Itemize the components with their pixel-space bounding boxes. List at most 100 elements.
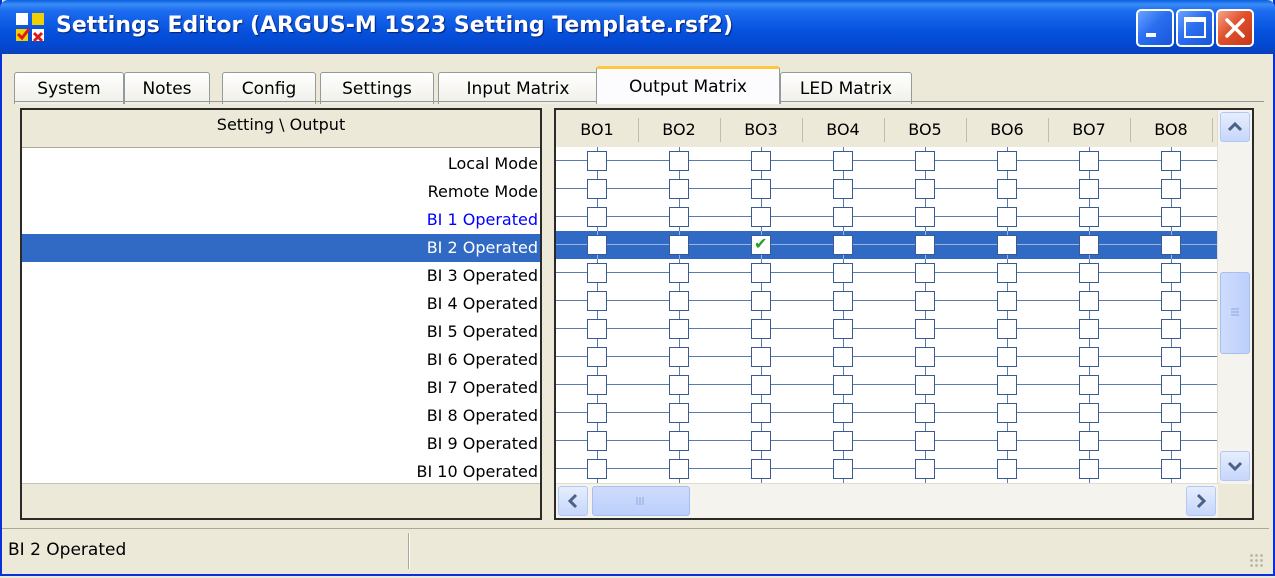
matrix-checkbox[interactable] — [1079, 347, 1099, 367]
matrix-checkbox[interactable] — [751, 291, 771, 311]
matrix-checkbox[interactable] — [915, 235, 935, 255]
matrix-checkbox[interactable] — [997, 459, 1017, 479]
matrix-checkbox[interactable] — [587, 179, 607, 199]
setting-row-label[interactable]: Remote Mode — [428, 178, 538, 206]
matrix-checkbox[interactable] — [587, 235, 607, 255]
scroll-down-button[interactable] — [1220, 451, 1250, 481]
tab-output-matrix[interactable]: Output Matrix — [596, 66, 780, 104]
matrix-checkbox[interactable] — [915, 459, 935, 479]
matrix-checkbox[interactable] — [833, 235, 853, 255]
matrix-checkbox[interactable] — [833, 403, 853, 423]
maximize-button[interactable] — [1176, 9, 1214, 47]
setting-row-label[interactable]: BI 3 Operated — [427, 262, 538, 290]
matrix-checkbox[interactable] — [915, 207, 935, 227]
matrix-checkbox[interactable] — [751, 319, 771, 339]
vertical-scroll-thumb[interactable] — [1220, 272, 1250, 354]
matrix-checkbox[interactable] — [915, 151, 935, 171]
matrix-checkbox[interactable] — [587, 403, 607, 423]
matrix-checkbox[interactable] — [1079, 235, 1099, 255]
matrix-checkbox[interactable] — [997, 263, 1017, 283]
matrix-checkbox[interactable] — [669, 291, 689, 311]
matrix-checkbox[interactable] — [1079, 263, 1099, 283]
tab-system[interactable]: System — [14, 72, 124, 104]
matrix-checkbox[interactable] — [751, 263, 771, 283]
matrix-checkbox[interactable] — [997, 347, 1017, 367]
vertical-scrollbar[interactable] — [1217, 110, 1252, 485]
matrix-checkbox[interactable] — [669, 151, 689, 171]
tab-notes[interactable]: Notes — [124, 72, 210, 104]
matrix-checkbox[interactable] — [915, 347, 935, 367]
tab-config[interactable]: Config — [222, 72, 316, 104]
tab-input-matrix[interactable]: Input Matrix — [438, 72, 598, 104]
matrix-checkbox[interactable] — [751, 459, 771, 479]
matrix-checkbox[interactable]: ✔ — [751, 235, 771, 255]
matrix-checkbox[interactable] — [1161, 179, 1181, 199]
matrix-checkbox[interactable] — [751, 347, 771, 367]
matrix-checkbox[interactable] — [587, 207, 607, 227]
setting-row-label[interactable]: BI 10 Operated — [417, 458, 538, 486]
matrix-checkbox[interactable] — [1161, 431, 1181, 451]
setting-row-label[interactable]: Local Mode — [448, 150, 538, 178]
matrix-checkbox[interactable] — [1079, 375, 1099, 395]
close-button[interactable] — [1216, 9, 1254, 47]
setting-row-label[interactable]: BI 2 Operated — [427, 234, 538, 262]
matrix-checkbox[interactable] — [751, 179, 771, 199]
matrix-checkbox[interactable] — [833, 207, 853, 227]
matrix-checkbox[interactable] — [1161, 235, 1181, 255]
matrix-checkbox[interactable] — [915, 319, 935, 339]
matrix-checkbox[interactable] — [833, 431, 853, 451]
horizontal-scrollbar[interactable] — [556, 483, 1220, 518]
matrix-checkbox[interactable] — [669, 319, 689, 339]
matrix-checkbox[interactable] — [997, 375, 1017, 395]
tab-settings[interactable]: Settings — [320, 72, 434, 104]
matrix-checkbox[interactable] — [997, 151, 1017, 171]
matrix-checkbox[interactable] — [1079, 319, 1099, 339]
horizontal-scroll-thumb[interactable] — [592, 486, 690, 516]
matrix-checkbox[interactable] — [915, 291, 935, 311]
matrix-checkbox[interactable] — [1079, 179, 1099, 199]
matrix-checkbox[interactable] — [751, 403, 771, 423]
matrix-checkbox[interactable] — [833, 375, 853, 395]
matrix-checkbox[interactable] — [1161, 319, 1181, 339]
title-bar[interactable]: Settings Editor (ARGUS-M 1S23 Setting Te… — [0, 0, 1275, 54]
setting-row-label[interactable]: BI 5 Operated — [427, 318, 538, 346]
matrix-checkbox[interactable] — [1161, 207, 1181, 227]
setting-row-label[interactable]: BI 8 Operated — [427, 402, 538, 430]
matrix-checkbox[interactable] — [1161, 375, 1181, 395]
matrix-checkbox[interactable] — [669, 347, 689, 367]
matrix-checkbox[interactable] — [751, 431, 771, 451]
matrix-checkbox[interactable] — [1161, 403, 1181, 423]
matrix-checkbox[interactable] — [997, 207, 1017, 227]
setting-row-label[interactable]: BI 9 Operated — [427, 430, 538, 458]
matrix-checkbox[interactable] — [1161, 263, 1181, 283]
matrix-checkbox[interactable] — [1161, 291, 1181, 311]
matrix-checkbox[interactable] — [833, 263, 853, 283]
matrix-checkbox[interactable] — [997, 403, 1017, 423]
matrix-checkbox[interactable] — [669, 403, 689, 423]
matrix-checkbox[interactable] — [751, 207, 771, 227]
matrix-checkbox[interactable] — [587, 459, 607, 479]
matrix-checkbox[interactable] — [669, 179, 689, 199]
matrix-checkbox[interactable] — [1079, 207, 1099, 227]
matrix-checkbox[interactable] — [587, 291, 607, 311]
matrix-checkbox[interactable] — [587, 151, 607, 171]
matrix-checkbox[interactable] — [833, 319, 853, 339]
matrix-checkbox[interactable] — [669, 459, 689, 479]
matrix-checkbox[interactable] — [669, 263, 689, 283]
matrix-checkbox[interactable] — [669, 207, 689, 227]
matrix-checkbox[interactable] — [587, 375, 607, 395]
matrix-checkbox[interactable] — [915, 375, 935, 395]
tab-led-matrix[interactable]: LED Matrix — [780, 72, 912, 104]
matrix-checkbox[interactable] — [915, 179, 935, 199]
matrix-checkbox[interactable] — [1079, 291, 1099, 311]
matrix-checkbox[interactable] — [587, 319, 607, 339]
matrix-checkbox[interactable] — [669, 235, 689, 255]
matrix-checkbox[interactable] — [997, 235, 1017, 255]
matrix-checkbox[interactable] — [997, 291, 1017, 311]
matrix-checkbox[interactable] — [1079, 431, 1099, 451]
matrix-checkbox[interactable] — [833, 179, 853, 199]
matrix-checkbox[interactable] — [587, 347, 607, 367]
matrix-checkbox[interactable] — [1161, 347, 1181, 367]
matrix-checkbox[interactable] — [915, 263, 935, 283]
matrix-checkbox[interactable] — [1161, 459, 1181, 479]
